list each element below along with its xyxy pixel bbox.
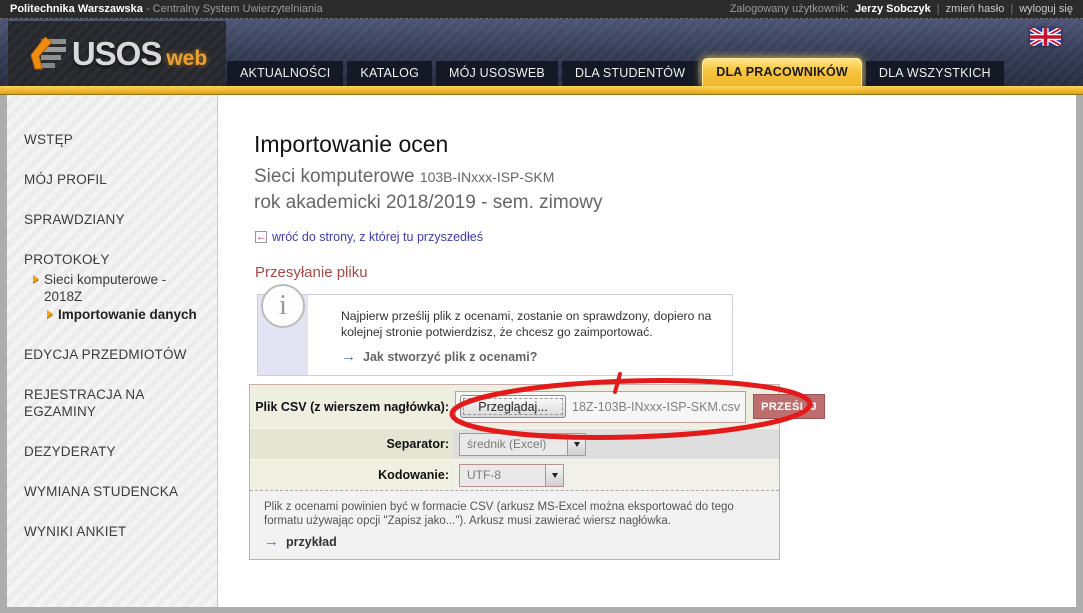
how-to-create-file-link[interactable]: → Jak stworzyć plik z ocenami? [341, 349, 537, 365]
usosweb-page: Politechnika Warszawska - Centralny Syst… [0, 0, 1083, 613]
tab-katalog[interactable]: KATALOG [347, 61, 432, 86]
upload-form: Plik CSV (z wierszem nagłówka): Przegląd… [249, 384, 780, 560]
sidebar-item-wymiana-studencka[interactable]: WYMIANA STUDENCKA [24, 483, 217, 500]
sidebar-subitem-sieci-komputerowe[interactable]: Sieci komputerowe - 2018Z [33, 271, 217, 305]
sidebar-item-protokoly[interactable]: PROTOKOŁY [24, 251, 217, 268]
sidebar-subitem-importowanie-danych[interactable]: Importowanie danych [47, 306, 217, 323]
how-to-create-file-label: Jak stworzyć plik z ocenami? [363, 349, 537, 365]
page-body: WSTĘP MÓJ PROFIL SPRAWDZIANY PROTOKOŁY S… [0, 95, 1083, 613]
sidebar-item-rejestracja-na-egzaminy[interactable]: REJESTRACJA NA EGZAMINY [24, 386, 194, 420]
arrow-icon: → [341, 351, 356, 363]
sidebar-item-edycja-przedmiotow[interactable]: EDYCJA PRZEDMIOTÓW [24, 346, 217, 363]
form-note: Plik z ocenami powinien być w formacie C… [250, 490, 779, 559]
example-link[interactable]: → przykład [264, 535, 337, 549]
course-name: Sieci komputerowe [254, 166, 415, 187]
encoding-selected-value: UTF-8 [460, 465, 545, 486]
logged-user-label: Zalogowany użytkownik: [730, 0, 849, 18]
dropdown-arrow-icon [567, 434, 585, 455]
back-arrow-icon: ← [255, 231, 267, 243]
tab-dla-pracownikow[interactable]: DLA PRACOWNIKÓW [702, 58, 862, 86]
separator: | [937, 0, 940, 18]
form-note-text: Plik z ocenami powinien być w formacie C… [264, 500, 738, 528]
tab-aktualnosci[interactable]: AKTUALNOŚCI [227, 61, 343, 86]
separator-control-cell: średnik (Excel) [453, 429, 779, 459]
sidebar-subitem-label: Importowanie danych [58, 306, 197, 323]
top-system-bar: Politechnika Warszawska - Centralny Syst… [0, 0, 1083, 18]
section-heading: Przesyłanie pliku [255, 264, 1076, 281]
logo-text-web: web [166, 47, 207, 71]
main-content: Importowanie ocen Sieci komputerowe 103B… [218, 95, 1076, 607]
example-link-label: przykład [286, 535, 337, 549]
sidebar-subitem-label: Sieci komputerowe - 2018Z [44, 271, 186, 305]
user-session-info: Zalogowany użytkownik: Jerzy Sobczyk | z… [730, 0, 1073, 18]
encoding-label: Kodowanie: [250, 460, 453, 490]
university-name: Politechnika Warszawska [10, 3, 143, 15]
tab-dla-studentow[interactable]: DLA STUDENTÓW [562, 61, 698, 86]
system-name: Politechnika Warszawska - Centralny Syst… [10, 0, 323, 18]
triangle-bullet-icon [47, 310, 53, 318]
separator-select[interactable]: średnik (Excel) [459, 433, 586, 456]
separator-selected-value: średnik (Excel) [460, 434, 567, 455]
change-password-link[interactable]: zmień hasło [946, 0, 1005, 18]
sidebar-item-wyniki-ankiet[interactable]: WYNIKI ANKIET [24, 523, 217, 540]
page-title: Importowanie ocen [254, 131, 1076, 158]
academic-year: rok akademicki 2018/2019 - sem. zimowy [254, 190, 1076, 216]
sidebar-item-moj-profil[interactable]: MÓJ PROFIL [24, 171, 217, 188]
file-label: Plik CSV (z wierszem nagłówka): [250, 400, 453, 414]
back-link-label: wróć do strony, z której tu przyszedłeś [272, 230, 483, 244]
separator-row: Separator: średnik (Excel) [250, 428, 779, 459]
language-flag-en-icon[interactable] [1030, 28, 1061, 46]
file-input[interactable]: Przeglądaj... 18Z-103B-INxxx-ISP-SKM.csv [455, 391, 746, 423]
dropdown-arrow-icon [545, 465, 563, 486]
sidebar-item-sprawdziany[interactable]: SPRAWDZIANY [24, 211, 217, 228]
logo-text-usos: USOS [72, 35, 162, 73]
site-header: USOSweb AKTUALNOŚCI KATALOG MÓJ USOSWEB … [0, 18, 1083, 86]
arrow-icon: → [264, 536, 279, 548]
encoding-control-cell: UTF-8 [453, 460, 779, 490]
info-text: Najpierw prześlij plik z ocenami, zostan… [341, 308, 720, 340]
course-code: 103B-INxxx-ISP-SKM [420, 169, 555, 185]
course-subtitle: Sieci komputerowe 103B-INxxx-ISP-SKM rok… [254, 164, 1076, 216]
usos-logo-icon [27, 36, 67, 72]
browse-button[interactable]: Przeglądaj... [460, 395, 566, 418]
main-nav-tabs: AKTUALNOŚCI KATALOG MÓJ USOSWEB DLA STUD… [227, 58, 1004, 86]
file-row: Plik CSV (z wierszem nagłówka): Przegląd… [250, 385, 779, 428]
tab-dla-wszystkich[interactable]: DLA WSZYSTKICH [866, 61, 1004, 86]
info-box: i Najpierw prześlij plik z ocenami, zost… [257, 294, 733, 376]
separator-label: Separator: [250, 429, 453, 459]
usosweb-logo[interactable]: USOSweb [8, 21, 226, 86]
logged-user-name: Jerzy Sobczyk [855, 0, 931, 18]
sidebar-nav: WSTĘP MÓJ PROFIL SPRAWDZIANY PROTOKOŁY S… [7, 95, 218, 607]
gold-accent-bar [0, 86, 1083, 95]
triangle-bullet-icon [33, 275, 39, 283]
tab-moj-usosweb[interactable]: MÓJ USOSWEB [436, 61, 558, 86]
sidebar-item-dezyderaty[interactable]: DEZYDERATY [24, 443, 217, 460]
info-icon: i [261, 284, 305, 328]
info-box-content: Najpierw prześlij plik z ocenami, zostan… [308, 295, 732, 375]
system-subtitle: - Centralny System Uwierzytelniania [143, 3, 323, 15]
encoding-select[interactable]: UTF-8 [459, 464, 564, 487]
sidebar-item-wstep[interactable]: WSTĘP [24, 131, 217, 148]
submit-button[interactable]: PRZEŚLIJ [753, 394, 825, 419]
encoding-row: Kodowanie: UTF-8 [250, 459, 779, 490]
logout-link[interactable]: wyloguj się [1019, 0, 1073, 18]
separator: | [1010, 0, 1013, 18]
file-name-value: 18Z-103B-INxxx-ISP-SKM.csv [572, 400, 740, 414]
back-link[interactable]: ← wróć do strony, z której tu przyszedłe… [255, 230, 483, 244]
